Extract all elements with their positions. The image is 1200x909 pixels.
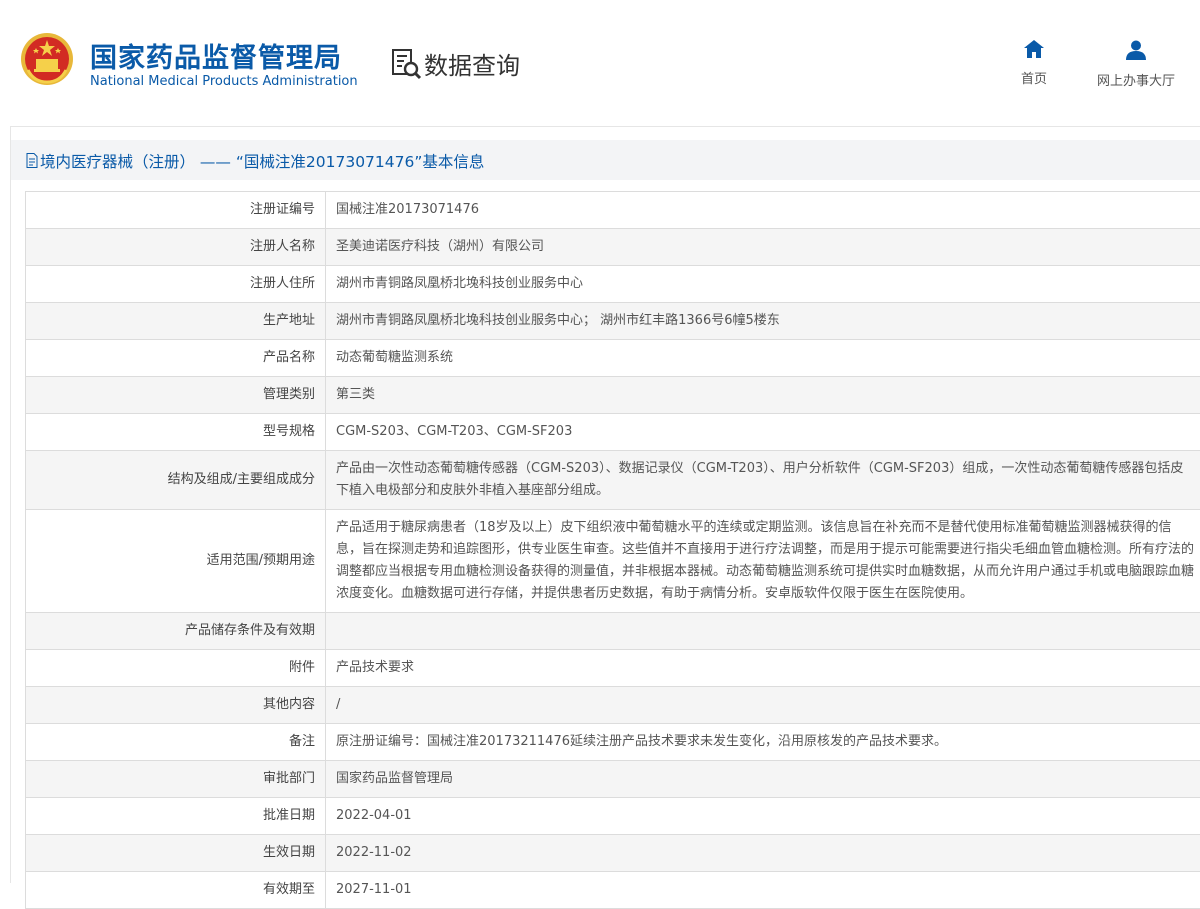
- table-row: 生产地址湖州市青铜路凤凰桥北堍科技创业服务中心； 湖州市红丰路1366号6幢5楼…: [26, 303, 1200, 340]
- user-icon: [1126, 40, 1146, 60]
- field-label: 备注: [26, 724, 326, 761]
- field-value: 湖州市青铜路凤凰桥北堍科技创业服务中心: [326, 266, 1200, 303]
- table-row: 审批部门国家药品监督管理局: [26, 761, 1200, 798]
- nav-home-label: 首页: [1014, 68, 1054, 87]
- nav-online-hall-link[interactable]: 网上办事大厅: [1088, 40, 1184, 89]
- nav-home-link[interactable]: 首页: [1014, 40, 1054, 87]
- field-value: 国家药品监督管理局: [326, 761, 1200, 798]
- field-label: 管理类别: [26, 377, 326, 414]
- brand-title-cn[interactable]: 国家药品监督管理局: [90, 36, 342, 75]
- table-row: 注册证编号国械注准20173071476: [26, 192, 1200, 229]
- national-emblem-icon[interactable]: [20, 32, 74, 86]
- field-label: 批准日期: [26, 798, 326, 835]
- field-value: 第三类: [326, 377, 1200, 414]
- nav-online-hall-label: 网上办事大厅: [1088, 70, 1184, 89]
- table-row: 批准日期2022-04-01: [26, 798, 1200, 835]
- table-row: 备注原注册证编号：国械注准20173211476延续注册产品技术要求未发生变化，…: [26, 724, 1200, 761]
- field-label: 注册人住所: [26, 266, 326, 303]
- detail-title-bar: 境内医疗器械（注册） —— “国械注准20173071476”基本信息: [11, 140, 1200, 180]
- field-value: 圣美迪诺医疗科技（湖州）有限公司: [326, 229, 1200, 266]
- field-label: 注册人名称: [26, 229, 326, 266]
- table-row: 注册人住所湖州市青铜路凤凰桥北堍科技创业服务中心: [26, 266, 1200, 303]
- field-value: CGM-S203、CGM-T203、CGM-SF203: [326, 414, 1200, 451]
- data-query-title: 数据查询: [424, 46, 520, 81]
- field-label: 结构及组成/主要组成成分: [26, 451, 326, 510]
- field-value: 产品适用于糖尿病患者（18岁及以上）皮下组织液中葡萄糖水平的连续或定期监测。该信…: [326, 510, 1200, 613]
- data-query-icon: [390, 48, 422, 80]
- field-label: 生产地址: [26, 303, 326, 340]
- page-title: 境内医疗器械（注册） —— “国械注准20173071476”基本信息: [40, 150, 484, 172]
- field-value: /: [326, 687, 1200, 724]
- table-row: 结构及组成/主要组成成分产品由一次性动态葡萄糖传感器（CGM-S203）、数据记…: [26, 451, 1200, 510]
- field-value: 国械注准20173071476: [326, 192, 1200, 229]
- field-value: 2022-11-02: [326, 835, 1200, 872]
- site-header: 国家药品监督管理局 National Medical Products Admi…: [0, 0, 1200, 120]
- field-value: 产品技术要求: [326, 650, 1200, 687]
- table-row: 注册人名称圣美迪诺医疗科技（湖州）有限公司: [26, 229, 1200, 266]
- field-value: 产品由一次性动态葡萄糖传感器（CGM-S203）、数据记录仪（CGM-T203）…: [326, 451, 1200, 510]
- field-value: 2027-11-01: [326, 872, 1200, 909]
- field-label: 附件: [26, 650, 326, 687]
- table-row: 其他内容/: [26, 687, 1200, 724]
- field-label: 产品名称: [26, 340, 326, 377]
- table-row: 产品名称动态葡萄糖监测系统: [26, 340, 1200, 377]
- table-row: 管理类别第三类: [26, 377, 1200, 414]
- field-label: 注册证编号: [26, 192, 326, 229]
- detail-panel: 境内医疗器械（注册） —— “国械注准20173071476”基本信息 注册证编…: [10, 126, 1200, 883]
- field-value: [326, 613, 1200, 650]
- field-label: 适用范围/预期用途: [26, 510, 326, 613]
- brand-title-en[interactable]: National Medical Products Administration: [90, 74, 358, 89]
- field-label: 型号规格: [26, 414, 326, 451]
- field-value: 动态葡萄糖监测系统: [326, 340, 1200, 377]
- table-row: 生效日期2022-11-02: [26, 835, 1200, 872]
- table-row: 附件产品技术要求: [26, 650, 1200, 687]
- field-label: 其他内容: [26, 687, 326, 724]
- field-label: 审批部门: [26, 761, 326, 798]
- table-row: 适用范围/预期用途产品适用于糖尿病患者（18岁及以上）皮下组织液中葡萄糖水平的连…: [26, 510, 1200, 613]
- document-icon: [26, 153, 38, 168]
- home-icon: [1024, 40, 1044, 58]
- registration-info-table: 注册证编号国械注准20173071476注册人名称圣美迪诺医疗科技（湖州）有限公…: [25, 191, 1200, 909]
- field-value: 2022-04-01: [326, 798, 1200, 835]
- table-row: 型号规格CGM-S203、CGM-T203、CGM-SF203: [26, 414, 1200, 451]
- field-label: 有效期至: [26, 872, 326, 909]
- table-row: 有效期至2027-11-01: [26, 872, 1200, 909]
- table-row: 产品储存条件及有效期: [26, 613, 1200, 650]
- field-label: 产品储存条件及有效期: [26, 613, 326, 650]
- field-value: 原注册证编号：国械注准20173211476延续注册产品技术要求未发生变化，沿用…: [326, 724, 1200, 761]
- field-value: 湖州市青铜路凤凰桥北堍科技创业服务中心； 湖州市红丰路1366号6幢5楼东: [326, 303, 1200, 340]
- field-label: 生效日期: [26, 835, 326, 872]
